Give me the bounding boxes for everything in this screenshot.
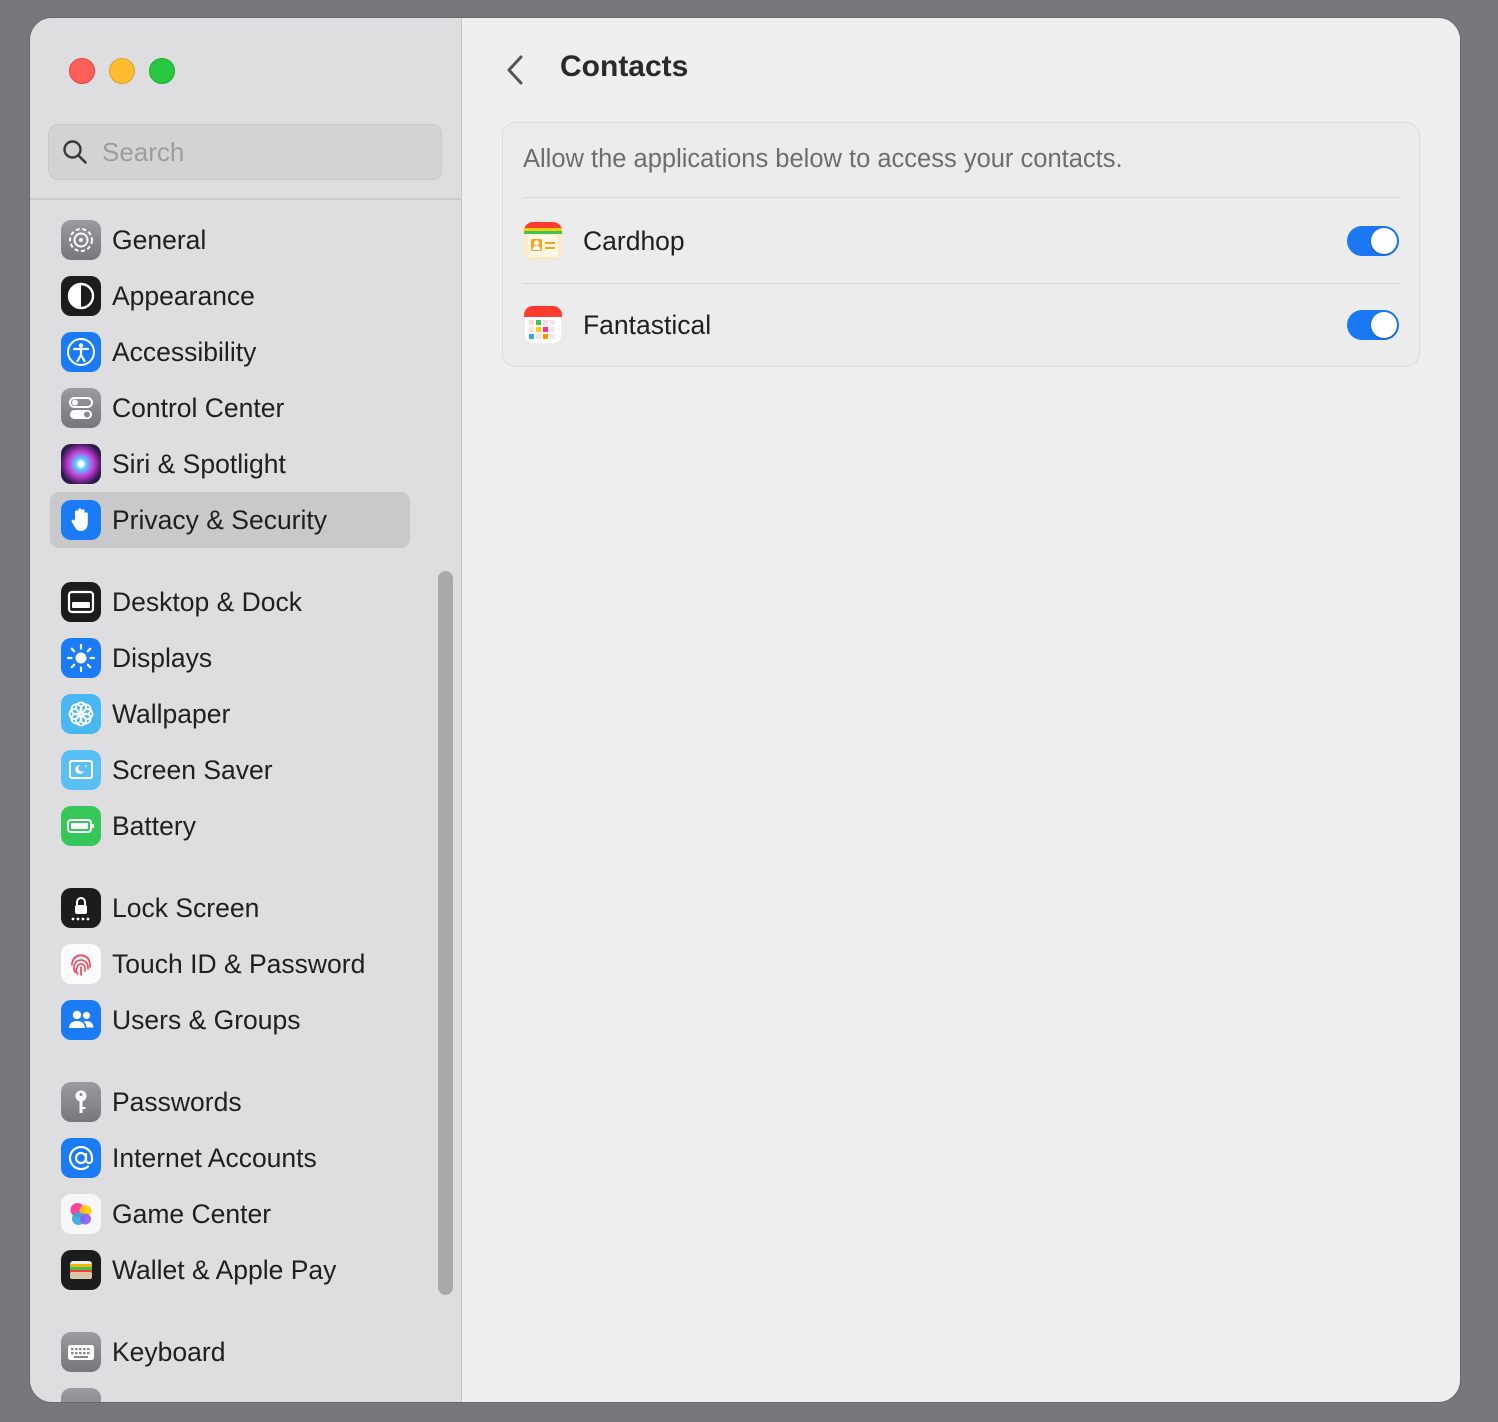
- cardhop-app-icon: [523, 221, 563, 261]
- sidebar-item-privacy-security[interactable]: Privacy & Security: [50, 492, 410, 548]
- sidebar-item-label: Appearance: [112, 280, 255, 311]
- sidebar-item-label: Desktop & Dock: [112, 586, 302, 617]
- sidebar-item-desktop-dock[interactable]: Desktop & Dock: [50, 574, 410, 630]
- sun-icon: [61, 638, 101, 678]
- control-center-icon: [61, 388, 101, 428]
- dock-icon: [61, 582, 101, 622]
- sidebar-item-control-center[interactable]: Control Center: [50, 380, 410, 436]
- users-icon: [61, 1000, 101, 1040]
- page-title: Contacts: [560, 50, 689, 83]
- sidebar-item-users-groups[interactable]: Users & Groups: [50, 992, 410, 1048]
- sidebar-item-label: General: [112, 224, 207, 255]
- access-description: Allow the applications below to access y…: [523, 145, 1123, 173]
- mouse-icon: [61, 1388, 101, 1402]
- sidebar-item-general[interactable]: General: [50, 212, 410, 268]
- sidebar-item-touch-id[interactable]: Touch ID & Password: [50, 936, 410, 992]
- sidebar-item-internet-accounts[interactable]: Internet Accounts: [50, 1130, 410, 1186]
- sidebar-item-label: Displays: [112, 642, 213, 673]
- flower-icon: [61, 694, 101, 734]
- search-input[interactable]: [100, 135, 424, 169]
- settings-window: General Appearance Accessibility Control…: [30, 18, 1460, 1402]
- sidebar-item-label: Wallet & Apple Pay: [112, 1254, 337, 1285]
- gear-icon: [61, 220, 101, 260]
- fantastical-toggle[interactable]: [1347, 310, 1399, 340]
- sidebar-item-appearance[interactable]: Appearance: [50, 268, 410, 324]
- sidebar-item-label: Privacy & Security: [112, 504, 328, 535]
- battery-icon: [61, 806, 101, 846]
- sidebar-item-label: Siri & Spotlight: [112, 448, 286, 479]
- sidebar-item-label: Battery: [112, 810, 196, 841]
- card-divider: [523, 197, 1399, 198]
- cardhop-toggle[interactable]: [1347, 226, 1399, 256]
- sidebar-item-label: Control Center: [112, 392, 285, 423]
- sidebar-divider: [30, 198, 461, 200]
- key-icon: [61, 1082, 101, 1122]
- sidebar-item-label: Lock Screen: [112, 892, 260, 923]
- close-window-button[interactable]: [69, 58, 95, 84]
- sidebar-item-displays[interactable]: Displays: [50, 630, 410, 686]
- at-icon: [61, 1138, 101, 1178]
- lock-icon: [61, 888, 101, 928]
- siri-icon: [61, 444, 101, 484]
- search-field[interactable]: [48, 124, 442, 180]
- zoom-window-button[interactable]: [149, 58, 175, 84]
- app-name: Cardhop: [583, 225, 685, 256]
- hand-icon: [61, 500, 101, 540]
- sidebar-item-wallet[interactable]: Wallet & Apple Pay: [50, 1242, 410, 1298]
- sidebar-item-label: Screen Saver: [112, 754, 273, 785]
- sidebar-item-battery[interactable]: Battery: [50, 798, 410, 854]
- sidebar-item-partial[interactable]: [50, 1380, 410, 1402]
- sidebar-scrollbar[interactable]: [438, 571, 453, 1295]
- sidebar-item-lock-screen[interactable]: Lock Screen: [50, 880, 410, 936]
- screen-saver-icon: [61, 750, 101, 790]
- sidebar: General Appearance Accessibility Control…: [30, 18, 462, 1402]
- sidebar-item-passwords[interactable]: Passwords: [50, 1074, 410, 1130]
- chevron-left-icon: [507, 55, 523, 85]
- sidebar-item-keyboard[interactable]: Keyboard: [50, 1324, 410, 1380]
- game-center-icon: [61, 1194, 101, 1234]
- sidebar-item-label: Keyboard: [112, 1336, 226, 1367]
- main-pane: Contacts Allow the applications below to…: [462, 18, 1460, 1402]
- sidebar-item-label: Internet Accounts: [112, 1142, 317, 1173]
- fingerprint-icon: [61, 944, 101, 984]
- keyboard-icon: [61, 1332, 101, 1372]
- wallet-icon: [61, 1250, 101, 1290]
- fantastical-app-icon: [523, 305, 563, 345]
- app-row-fantastical: Fantastical: [523, 283, 1399, 367]
- back-button[interactable]: [500, 51, 530, 89]
- sidebar-item-screen-saver[interactable]: Screen Saver: [50, 742, 410, 798]
- sidebar-item-wallpaper[interactable]: Wallpaper: [50, 686, 410, 742]
- accessibility-icon: [61, 332, 101, 372]
- search-icon: [63, 140, 87, 164]
- app-name: Fantastical: [583, 309, 712, 340]
- appearance-icon: [61, 276, 101, 316]
- sidebar-list: General Appearance Accessibility Control…: [50, 212, 410, 1402]
- sidebar-item-game-center[interactable]: Game Center: [50, 1186, 410, 1242]
- app-row-cardhop: Cardhop: [523, 199, 1399, 283]
- sidebar-item-label: Game Center: [112, 1198, 272, 1229]
- sidebar-item-accessibility[interactable]: Accessibility: [50, 324, 410, 380]
- sidebar-item-label: Touch ID & Password: [112, 948, 366, 979]
- contacts-access-card: Allow the applications below to access y…: [502, 122, 1420, 367]
- sidebar-item-label: Accessibility: [112, 336, 257, 367]
- window-controls: [69, 58, 175, 84]
- minimize-window-button[interactable]: [109, 58, 135, 84]
- sidebar-item-label: Passwords: [112, 1086, 242, 1117]
- sidebar-item-label: Users & Groups: [112, 1004, 301, 1035]
- sidebar-item-label: Wallpaper: [112, 698, 231, 729]
- sidebar-item-siri[interactable]: Siri & Spotlight: [50, 436, 410, 492]
